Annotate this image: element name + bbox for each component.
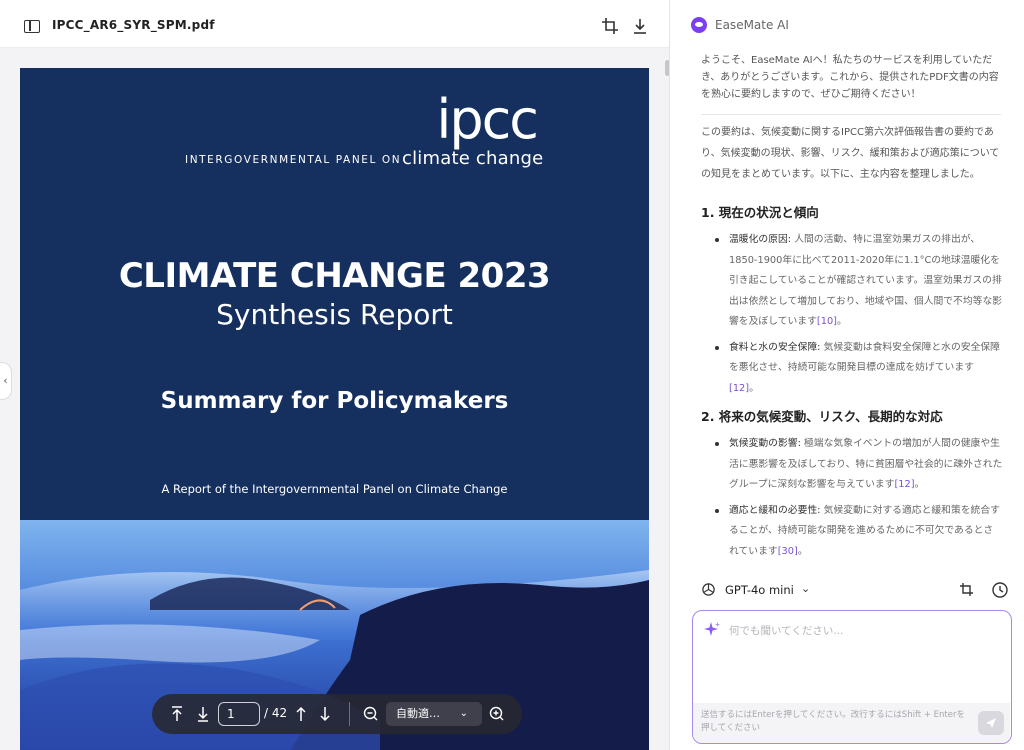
pdf-page: ipcc INTERGOVERNMENTAL PANEL ON climate …	[20, 68, 649, 750]
first-page-icon[interactable]	[168, 704, 186, 724]
chat-input-footer: 送信するにはEnterを押してください。改行するにはShift + Enterを…	[693, 703, 1010, 743]
citation-link[interactable]: [10]	[817, 316, 837, 327]
cover-title: CLIMATE CHANGE 2023	[118, 256, 551, 296]
model-selector[interactable]: GPT-4o mini	[725, 583, 794, 597]
send-icon	[986, 718, 996, 728]
ai-welcome-message: ようこそ、EaseMate AIへ！私たちのサービスを利用していただき、ありがと…	[701, 55, 999, 100]
summary-section-list: 気候変動の影響: 極端な気象イベントの増加が人間の健康や生活に悪影響を及ぼしてお…	[711, 434, 1003, 567]
summary-section-heading: 1. 現在の状況と傾向	[701, 205, 819, 220]
pdf-scrollbar[interactable]	[665, 60, 669, 76]
list-item: 温暖化の原因: 人間の活動、特に温室効果ガスの排出が、1850-1900年に比べ…	[711, 230, 1003, 333]
ipcc-org-line-2: climate change	[402, 148, 544, 169]
pdf-header: IPCC_AR6_SYR_SPM.pdf	[0, 0, 669, 48]
ai-summary-intro: この要約は、気候変動に関するIPCC第六次評価報告書の要約であり、気候変動の現状…	[701, 127, 1000, 180]
chat-input-hint: 送信するにはEnterを押してください。改行するにはShift + Enterを…	[701, 710, 965, 733]
download-icon[interactable]	[630, 16, 650, 36]
ai-brand-name: EaseMate AI	[715, 18, 789, 32]
zoom-out-icon[interactable]	[362, 704, 380, 724]
summary-section-list: 温暖化の原因: 人間の活動、特に温室効果ガスの排出が、1850-1900年に比べ…	[711, 230, 1003, 404]
chat-input[interactable]	[729, 623, 999, 703]
ai-assistant-panel: EaseMate AI ようこそ、EaseMate AIへ！私たちのサービスを利…	[671, 0, 1024, 750]
last-page-icon[interactable]	[194, 704, 212, 724]
citation-link[interactable]: [12]	[729, 383, 749, 394]
chevron-down-icon: ⌄	[459, 708, 468, 719]
cover-heading: Summary for Policymakers	[160, 388, 509, 414]
sidebar-toggle-icon[interactable]	[24, 20, 40, 33]
cover-byline: A Report of the Intergovernmental Panel …	[161, 482, 508, 496]
ipcc-logo: ipcc	[436, 88, 539, 151]
toolbar-divider	[349, 702, 350, 726]
citation-link[interactable]: [12]	[894, 479, 914, 490]
history-icon[interactable]	[991, 581, 1009, 599]
page-total: / 42	[264, 706, 288, 720]
chevron-down-icon[interactable]: ⌄	[801, 582, 810, 595]
list-item: 食料と水の安全保障: 気候変動は食料安全保障と水の安全保障を悪化させ、持続可能な…	[711, 338, 1003, 400]
pdf-viewer: IPCC_AR6_SYR_SPM.pdf ipcc INTERGOVERNMEN…	[0, 0, 670, 750]
crop-icon[interactable]	[600, 16, 620, 36]
pdf-file-name: IPCC_AR6_SYR_SPM.pdf	[52, 18, 215, 32]
zoom-select[interactable]: 自動適… ⌄	[386, 702, 482, 726]
citation-link[interactable]: [30]	[778, 546, 798, 557]
summary-section-heading: 2. 将来の気候変動、リスク、長期的な対応	[701, 409, 943, 424]
app-window: IPCC_AR6_SYR_SPM.pdf ipcc INTERGOVERNMEN…	[0, 0, 1024, 750]
sparkle-icon	[704, 622, 720, 636]
ipcc-org-line-1: INTERGOVERNMENTAL PANEL ON	[185, 154, 402, 166]
chat-input-box: 送信するにはEnterを押してください。改行するにはShift + Enterを…	[692, 610, 1012, 744]
model-selector-row: GPT-4o mini ⌄	[701, 578, 1013, 602]
zoom-select-value: 自動適…	[396, 707, 440, 720]
cover-subtitle: Synthesis Report	[216, 298, 453, 331]
list-item: 適応と緩和の必要性: 気候変動に対する適応と緩和策を統合することが、持続可能な開…	[711, 501, 1003, 563]
screenshot-icon[interactable]	[959, 582, 975, 598]
pdf-toolbar: / 42 自動適… ⌄	[152, 694, 522, 734]
openai-icon	[702, 583, 715, 596]
easemate-logo-icon	[691, 17, 707, 33]
send-button[interactable]	[978, 711, 1004, 735]
page-number-input[interactable]	[218, 702, 260, 726]
message-divider	[701, 114, 1001, 115]
zoom-in-icon[interactable]	[488, 704, 506, 724]
collapse-panel-handle[interactable]: ‹	[0, 362, 12, 400]
list-item: 気候変動の影響: 極端な気象イベントの増加が人間の健康や生活に悪影響を及ぼしてお…	[711, 434, 1003, 496]
previous-page-icon[interactable]	[292, 704, 310, 724]
next-page-icon[interactable]	[316, 704, 334, 724]
